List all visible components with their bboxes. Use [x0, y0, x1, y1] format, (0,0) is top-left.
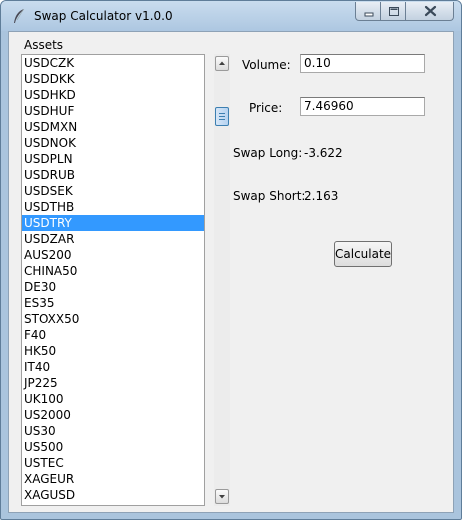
list-item[interactable]: XAGUSD: [22, 487, 204, 503]
asset-listbox[interactable]: USDCZK USDDKK USDHKD USDHUF USDMXN USDNOK USDP…: [21, 54, 205, 506]
minimize-icon: [364, 12, 374, 17]
client-area: Assets USDCZK USDDKK USDHKD USDHUF USDMXN USD…: [8, 31, 454, 513]
feather-icon: [14, 8, 25, 23]
maximize-button[interactable]: [380, 2, 406, 21]
swap-long-value: -3.622: [304, 146, 343, 160]
list-item[interactable]: US2000: [22, 407, 204, 423]
scroll-down-button[interactable]: [215, 489, 229, 504]
list-item[interactable]: USDSEK: [22, 183, 204, 199]
volume-label: Volume:: [242, 58, 291, 72]
price-label: Price:: [249, 101, 283, 115]
list-item[interactable]: USDCZK: [22, 55, 204, 71]
list-item[interactable]: USDHKD: [22, 87, 204, 103]
assets-label: Assets: [24, 38, 64, 52]
list-item[interactable]: DE30: [22, 279, 204, 295]
list-item[interactable]: USTEC: [22, 455, 204, 471]
thumb-grip-line: [219, 119, 225, 120]
price-input[interactable]: 7.46960: [300, 97, 425, 116]
list-item[interactable]: IT40: [22, 359, 204, 375]
list-item[interactable]: HK50: [22, 343, 204, 359]
maximize-icon: [389, 7, 399, 16]
thumb-grip-line: [219, 113, 225, 114]
list-item[interactable]: CHINA50: [22, 263, 204, 279]
swap-short-value: 2.163: [304, 189, 339, 203]
close-icon: [424, 5, 437, 17]
list-item[interactable]: USDMXN: [22, 119, 204, 135]
list-item-selected[interactable]: USDTRY: [22, 215, 204, 231]
thumb-grip-line: [219, 116, 225, 117]
scroll-thumb[interactable]: [215, 107, 229, 126]
list-item[interactable]: AUS200: [22, 247, 204, 263]
scroll-up-button[interactable]: [215, 56, 229, 71]
list-item[interactable]: USDDKK: [22, 71, 204, 87]
list-item[interactable]: USDPLN: [22, 151, 204, 167]
list-item[interactable]: USDHUF: [22, 103, 204, 119]
list-item[interactable]: USDTHB: [22, 199, 204, 215]
asset-list-scrollbar[interactable]: [214, 54, 230, 506]
window-title: Swap Calculator v1.0.0: [34, 9, 173, 23]
arrow-down-icon: [219, 495, 225, 499]
list-item[interactable]: US500: [22, 439, 204, 455]
arrow-up-icon: [219, 61, 225, 65]
swap-short-label: Swap Short:: [233, 189, 306, 203]
list-item[interactable]: USDNOK: [22, 135, 204, 151]
list-item[interactable]: USDRUB: [22, 167, 204, 183]
list-item[interactable]: UK100: [22, 391, 204, 407]
list-item[interactable]: STOXX50: [22, 311, 204, 327]
list-item[interactable]: ES35: [22, 295, 204, 311]
list-item[interactable]: F40: [22, 327, 204, 343]
minimize-button[interactable]: [355, 2, 381, 21]
swap-long-label: Swap Long:: [233, 146, 303, 160]
list-item[interactable]: XAGEUR: [22, 471, 204, 487]
volume-input[interactable]: 0.10: [300, 54, 425, 73]
list-item[interactable]: USDZAR: [22, 231, 204, 247]
close-button[interactable]: [405, 2, 454, 21]
list-item[interactable]: JP225: [22, 375, 204, 391]
list-item[interactable]: US30: [22, 423, 204, 439]
title-bar[interactable]: Swap Calculator v1.0.0: [1, 1, 461, 31]
app-window: Swap Calculator v1.0.0 Assets USDCZK USDD…: [0, 0, 462, 520]
calculate-button[interactable]: Calculate: [334, 241, 392, 267]
